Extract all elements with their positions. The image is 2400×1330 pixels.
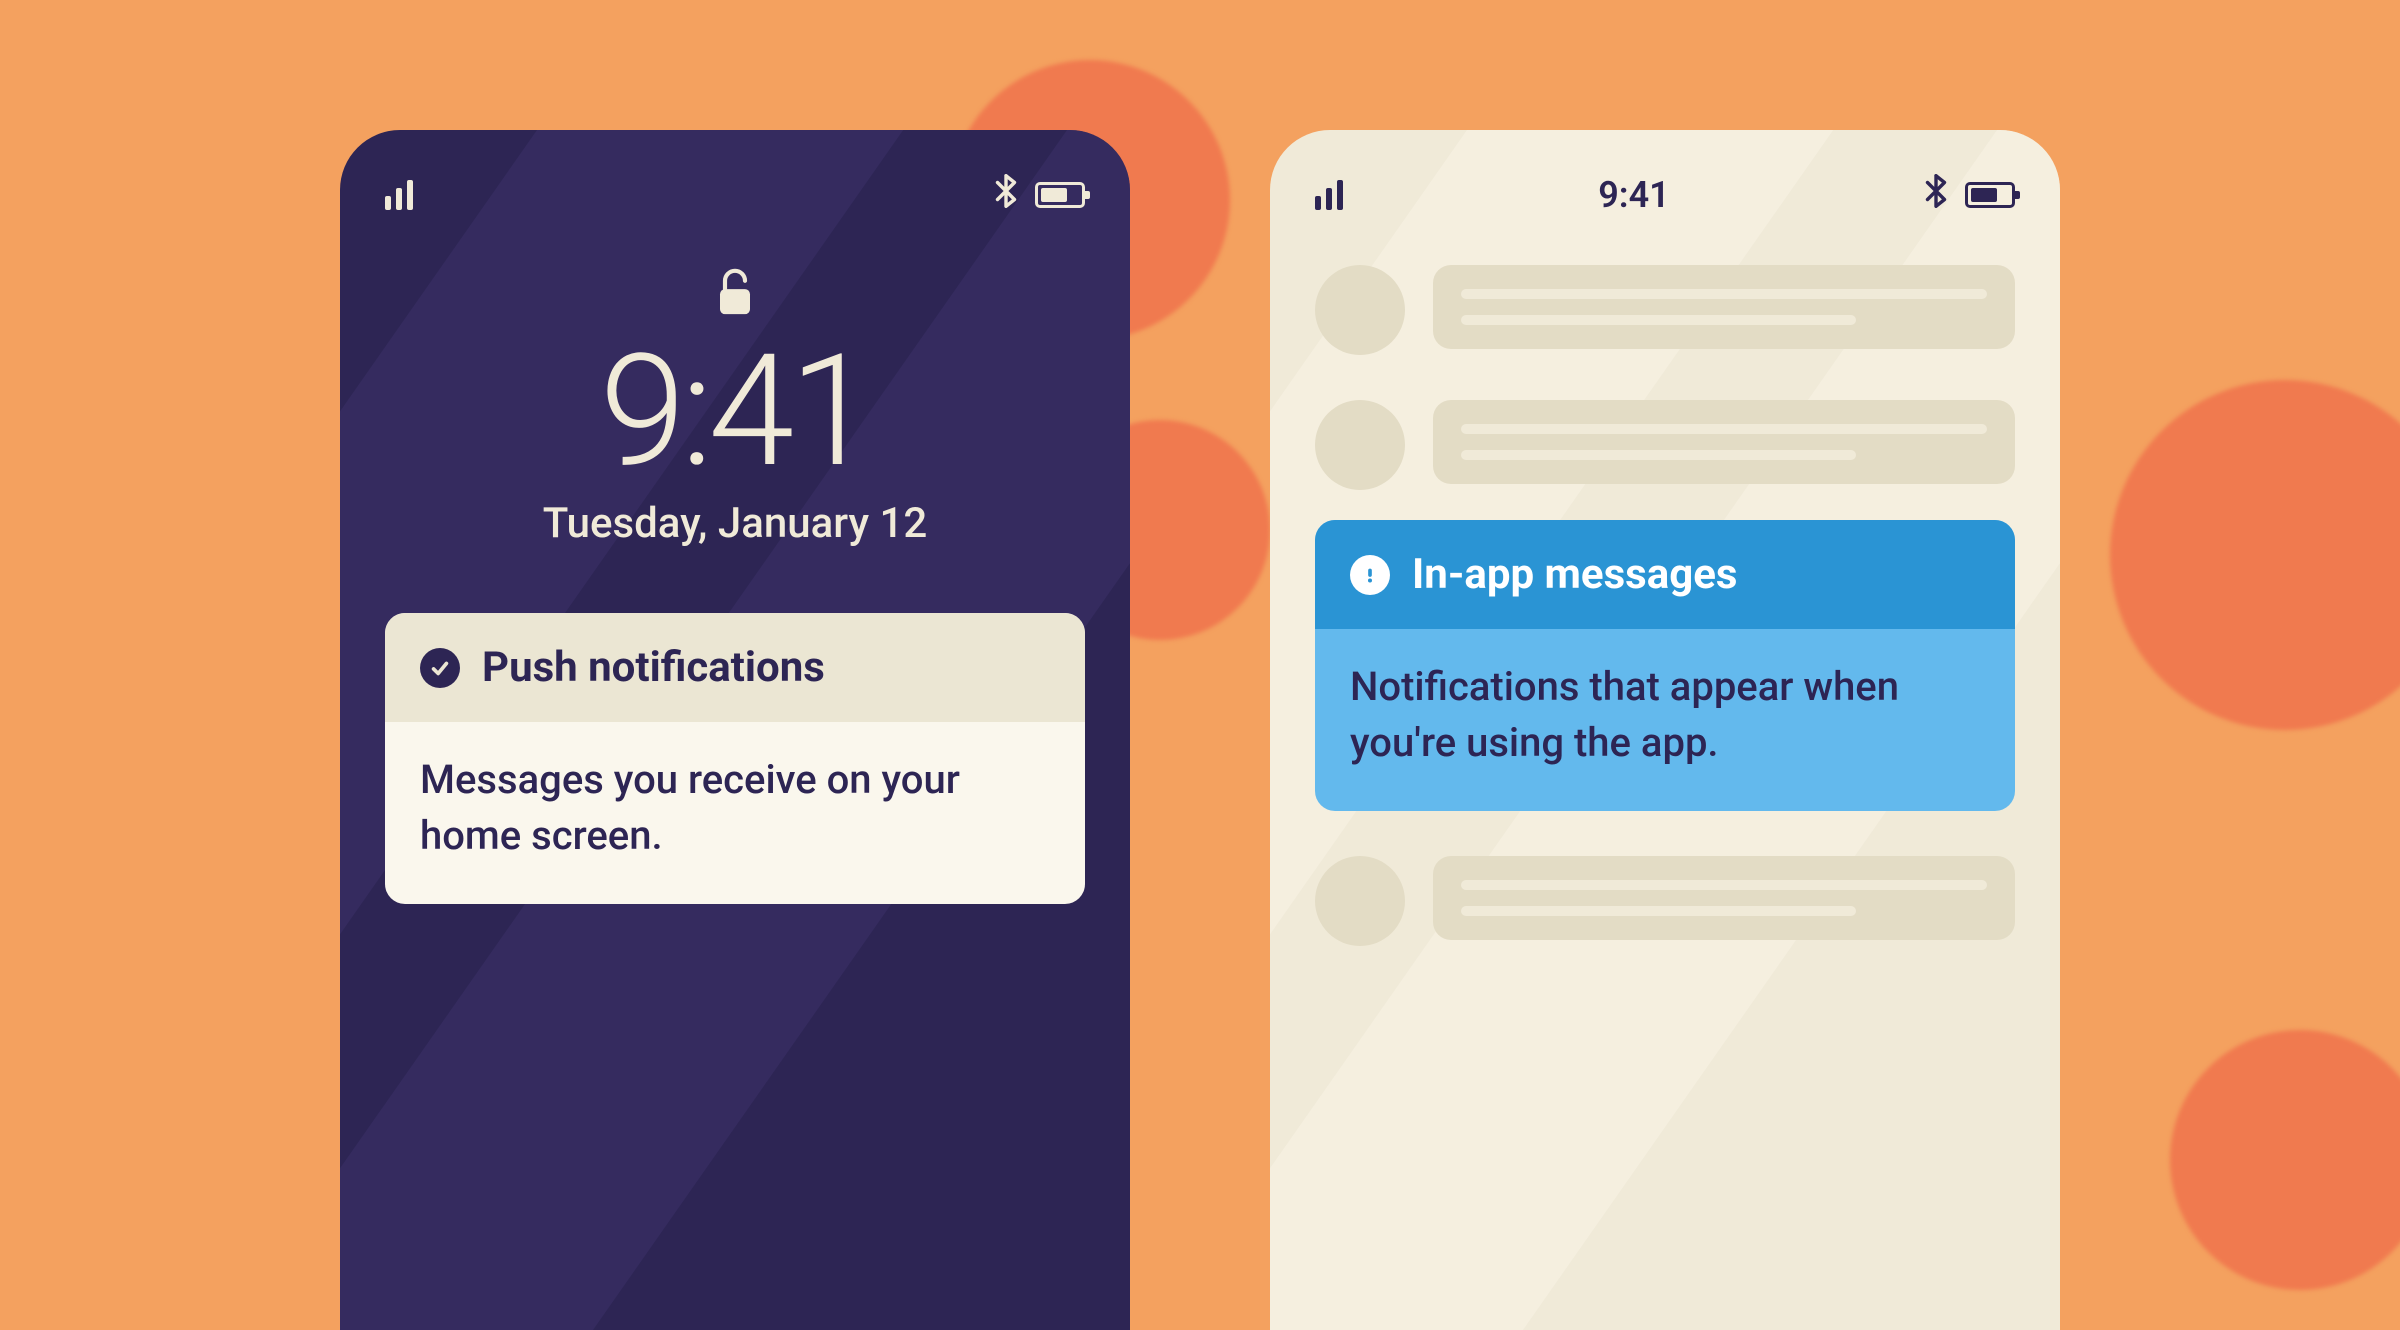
notification-header: Push notifications [385, 613, 1085, 722]
bluetooth-icon [995, 174, 1017, 216]
notification-header: In-app messages [1315, 520, 2015, 629]
in-app-phone: 9:41 [1270, 130, 2060, 1330]
in-app-message-card[interactable]: In-app messages Notifications that appea… [1315, 520, 2015, 811]
signal-icon [385, 180, 413, 210]
phones-container: 9:41 Tuesday, January 12 Push notificati… [0, 0, 2400, 1330]
lock-screen-date: Tuesday, January 12 [385, 499, 1085, 548]
content-placeholder [1433, 856, 2015, 940]
status-bar: 9:41 [1315, 170, 2015, 220]
notification-body: Notifications that appear when you're us… [1315, 629, 2015, 811]
avatar-placeholder [1315, 265, 1405, 355]
checkmark-icon [420, 648, 460, 688]
avatar-placeholder [1315, 400, 1405, 490]
alert-icon [1350, 555, 1390, 595]
bluetooth-icon [1925, 174, 1947, 216]
list-item [1315, 856, 2015, 946]
lock-screen-time: 9:41 [385, 334, 1085, 489]
signal-icon [1315, 180, 1343, 210]
battery-icon [1035, 182, 1085, 208]
avatar-placeholder [1315, 856, 1405, 946]
notification-body: Messages you receive on your home screen… [385, 722, 1085, 904]
push-notification-card[interactable]: Push notifications Messages you receive … [385, 613, 1085, 904]
status-bar [385, 170, 1085, 220]
content-placeholder [1433, 400, 2015, 484]
battery-icon [1965, 182, 2015, 208]
notification-title: Push notifications [482, 643, 825, 692]
unlock-icon [385, 265, 1085, 324]
lock-screen-phone: 9:41 Tuesday, January 12 Push notificati… [340, 130, 1130, 1330]
notification-title: In-app messages [1412, 550, 1737, 599]
list-item [1315, 400, 2015, 490]
content-placeholder [1433, 265, 2015, 349]
status-bar-time: 9:41 [1598, 174, 1670, 216]
list-item [1315, 265, 2015, 355]
